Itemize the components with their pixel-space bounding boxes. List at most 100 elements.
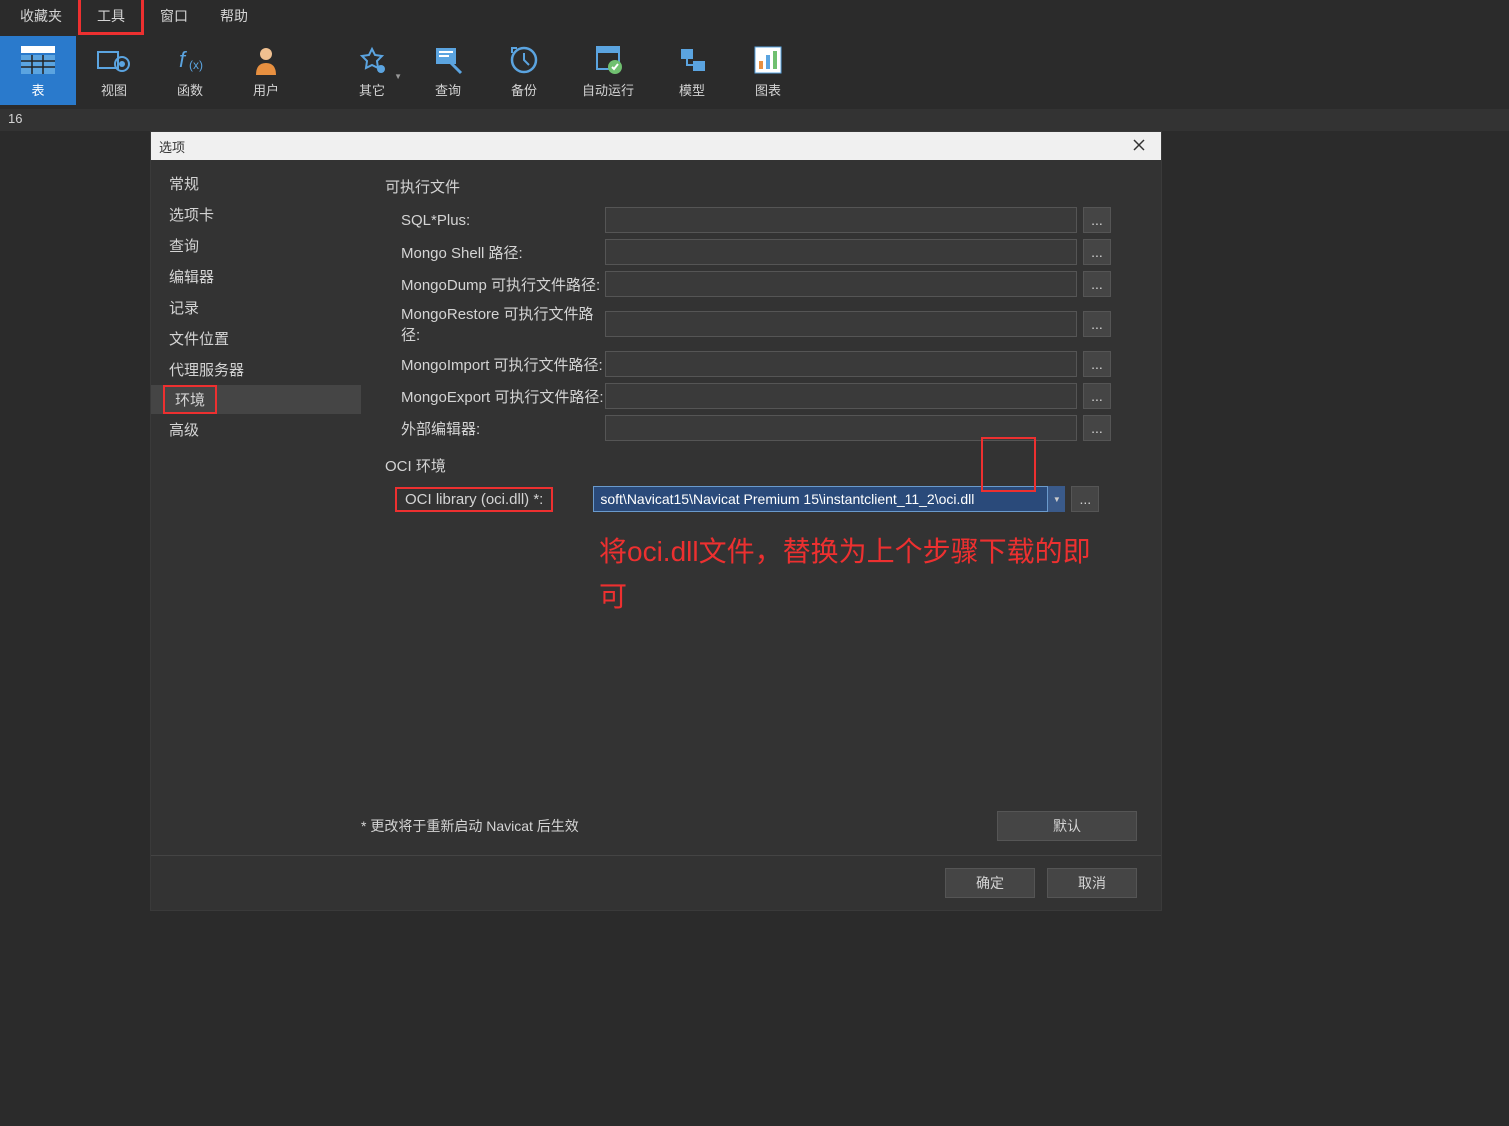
- label-mongorestore: MongoRestore 可执行文件路径:: [385, 303, 605, 345]
- row-mongodump: MongoDump 可执行文件路径: ...: [385, 271, 1137, 297]
- close-icon: [1133, 139, 1145, 151]
- sidebar-item-query[interactable]: 查询: [151, 230, 361, 261]
- toolbar-other-label: 其它: [359, 80, 385, 99]
- input-externaleditor[interactable]: [605, 415, 1077, 441]
- input-mongoexport[interactable]: [605, 383, 1077, 409]
- model-icon: [674, 42, 710, 78]
- toolbar-backup-label: 备份: [511, 80, 537, 99]
- menu-window[interactable]: 窗口: [144, 0, 204, 32]
- input-mongorestore[interactable]: [605, 311, 1077, 337]
- dialog-footer: 确定 取消: [151, 855, 1161, 910]
- label-sqlplus: SQL*Plus:: [385, 212, 605, 229]
- sidebar-item-advanced[interactable]: 高级: [151, 414, 361, 445]
- menu-favorites[interactable]: 收藏夹: [4, 0, 78, 32]
- toolbar-view-label: 视图: [101, 80, 127, 99]
- browse-mongoshell[interactable]: ...: [1083, 239, 1111, 265]
- row-oci: OCI library (oci.dll) *: ▼ ...: [385, 486, 1137, 512]
- row-mongoimport: MongoImport 可执行文件路径: ...: [385, 351, 1137, 377]
- sidebar-item-filelocation[interactable]: 文件位置: [151, 323, 361, 354]
- label-mongoshell: Mongo Shell 路径:: [385, 242, 605, 263]
- main-area: 选项 常规 选项卡 查询 编辑器 记录 文件位置 代理服务器 环境 高级 可执行…: [0, 131, 1509, 1097]
- browse-sqlplus[interactable]: ...: [1083, 207, 1111, 233]
- dialog-content: 可执行文件 SQL*Plus: ... Mongo Shell 路径: ... …: [361, 160, 1161, 855]
- toolbar-model[interactable]: 模型: [654, 36, 730, 105]
- toolbar-autorun[interactable]: 自动运行: [562, 36, 654, 105]
- dialog-titlebar: 选项: [151, 132, 1161, 160]
- menu-bar: 收藏夹 工具 窗口 帮助: [0, 0, 1509, 32]
- toolbar-function-label: 函数: [177, 80, 203, 99]
- toolbar-model-label: 模型: [679, 80, 705, 99]
- toolbar-other[interactable]: 其它 ▼: [334, 36, 410, 105]
- toolbar-chart[interactable]: 图表: [730, 36, 806, 105]
- sidebar-item-environment[interactable]: 环境: [163, 385, 217, 414]
- default-button[interactable]: 默认: [997, 811, 1137, 841]
- other-icon: [354, 42, 390, 78]
- dialog-sidebar: 常规 选项卡 查询 编辑器 记录 文件位置 代理服务器 环境 高级: [151, 160, 361, 855]
- input-sqlplus[interactable]: [605, 207, 1077, 233]
- browse-mongorestore[interactable]: ...: [1083, 311, 1111, 337]
- input-mongoshell[interactable]: [605, 239, 1077, 265]
- browse-mongodump[interactable]: ...: [1083, 271, 1111, 297]
- row-mongorestore: MongoRestore 可执行文件路径: ...: [385, 303, 1137, 345]
- chevron-down-icon: ▼: [394, 72, 402, 81]
- browse-mongoexport[interactable]: ...: [1083, 383, 1111, 409]
- toolbar-autorun-label: 自动运行: [582, 80, 634, 99]
- toolbar-query-label: 查询: [435, 80, 461, 99]
- section-executables: 可执行文件: [385, 176, 1137, 197]
- toolbar-user-label: 用户: [253, 80, 279, 99]
- autorun-icon: [590, 42, 626, 78]
- input-mongoimport[interactable]: [605, 351, 1077, 377]
- options-dialog: 选项 常规 选项卡 查询 编辑器 记录 文件位置 代理服务器 环境 高级 可执行…: [150, 131, 1162, 911]
- toolbar-backup[interactable]: 备份: [486, 36, 562, 105]
- section-oci: OCI 环境: [385, 455, 1137, 476]
- row-externaleditor: 外部编辑器: ...: [385, 415, 1137, 441]
- sidebar-item-proxy[interactable]: 代理服务器: [151, 354, 361, 385]
- cancel-button[interactable]: 取消: [1047, 868, 1137, 898]
- function-icon: f(x): [172, 42, 208, 78]
- status-row: 16: [0, 109, 1509, 131]
- browse-oci[interactable]: ...: [1071, 486, 1099, 512]
- user-icon: [248, 42, 284, 78]
- chart-icon: [750, 42, 786, 78]
- ok-button[interactable]: 确定: [945, 868, 1035, 898]
- menu-tools[interactable]: 工具: [78, 0, 144, 35]
- status-text: 16: [8, 111, 22, 126]
- view-icon: [96, 42, 132, 78]
- backup-icon: [506, 42, 542, 78]
- sidebar-item-editor[interactable]: 编辑器: [151, 261, 361, 292]
- toolbar-table-label: 表: [31, 80, 44, 99]
- browse-mongoimport[interactable]: ...: [1083, 351, 1111, 377]
- svg-text:f: f: [179, 47, 188, 72]
- row-mongoshell: Mongo Shell 路径: ...: [385, 239, 1137, 265]
- dialog-title: 选项: [159, 137, 185, 156]
- oci-input-wrapper: ▼: [593, 486, 1065, 512]
- close-button[interactable]: [1125, 136, 1153, 156]
- sidebar-item-tabs[interactable]: 选项卡: [151, 199, 361, 230]
- annotation-text: 将oci.dll文件，替换为上个步骤下载的即可: [599, 530, 1099, 620]
- toolbar-table[interactable]: 表: [0, 36, 76, 105]
- label-oci: OCI library (oci.dll) *:: [395, 487, 553, 512]
- toolbar-chart-label: 图表: [755, 80, 781, 99]
- sidebar-item-records[interactable]: 记录: [151, 292, 361, 323]
- row-sqlplus: SQL*Plus: ...: [385, 207, 1137, 233]
- toolbar-view[interactable]: 视图: [76, 36, 152, 105]
- query-icon: [430, 42, 466, 78]
- input-oci[interactable]: [593, 486, 1047, 512]
- row-mongoexport: MongoExport 可执行文件路径: ...: [385, 383, 1137, 409]
- restart-note: * 更改将于重新启动 Navicat 后生效: [361, 816, 579, 836]
- chevron-down-icon: ▼: [1053, 495, 1061, 504]
- toolbar-function[interactable]: f(x) 函数: [152, 36, 228, 105]
- label-mongodump: MongoDump 可执行文件路径:: [385, 274, 605, 295]
- svg-text:(x): (x): [189, 58, 203, 72]
- sidebar-item-general[interactable]: 常规: [151, 168, 361, 199]
- label-mongoimport: MongoImport 可执行文件路径:: [385, 354, 605, 375]
- toolbar-user[interactable]: 用户: [228, 36, 304, 105]
- table-icon: [20, 42, 56, 78]
- toolbar-query[interactable]: 查询: [410, 36, 486, 105]
- label-externaleditor: 外部编辑器:: [385, 418, 605, 439]
- browse-externaleditor[interactable]: ...: [1083, 415, 1111, 441]
- input-mongodump[interactable]: [605, 271, 1077, 297]
- toolbar: 表 视图 f(x) 函数 用户 其它 ▼ 查询 备份: [0, 32, 1509, 109]
- menu-help[interactable]: 帮助: [204, 0, 264, 32]
- oci-dropdown[interactable]: ▼: [1047, 486, 1065, 512]
